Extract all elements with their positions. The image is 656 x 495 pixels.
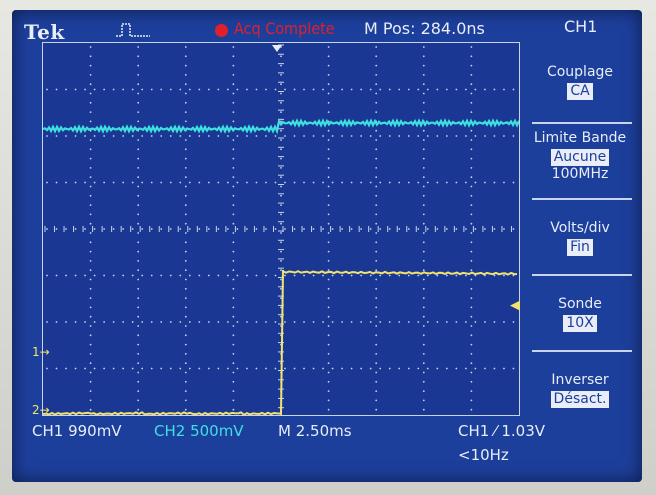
trigger-readout: CH1 ⁄ 1.03V xyxy=(458,422,545,440)
trigger-frequency: <10Hz xyxy=(458,446,509,464)
ch2-waveform xyxy=(43,118,519,135)
couplage-value: CA xyxy=(567,83,593,100)
horizontal-position: M Pos: 284.0ns xyxy=(364,19,485,38)
acq-status-icon xyxy=(215,24,228,37)
trigger-position-marker xyxy=(272,45,282,52)
menu-volts-div[interactable]: Volts/div Fin xyxy=(524,220,636,256)
active-channel-title: CH1 xyxy=(564,17,598,36)
menu-divider xyxy=(532,350,632,352)
ch1-ground-marker: 1→ xyxy=(32,345,50,359)
channel-side-menu: Couplage CA Limite Bande Aucune 100MHz V… xyxy=(524,42,636,416)
acq-status-text: Acq Complete xyxy=(234,19,335,38)
ch1-scale: CH1 990mV xyxy=(32,422,122,440)
trigger-type-icon xyxy=(116,23,150,37)
menu-inverser[interactable]: Inverser Désact. xyxy=(524,372,636,408)
menu-divider xyxy=(532,122,632,124)
sonde-label: Sonde xyxy=(558,296,602,312)
ch2-scale: CH2 500mV xyxy=(154,422,244,440)
top-status-bar: Tek Acq Complete M Pos: 284.0ns CH1 xyxy=(12,10,642,44)
trigger-level-marker: ◀ xyxy=(510,298,520,313)
waveform-graticule xyxy=(42,42,520,416)
bottom-status-bar: CH1 990mV CH2 500mV M 2.50ms CH1 ⁄ 1.03V… xyxy=(12,422,642,482)
brand-logo: Tek xyxy=(24,20,65,44)
limite-bande-secondary: 100MHz xyxy=(551,166,609,182)
menu-couplage[interactable]: Couplage CA xyxy=(524,64,636,100)
couplage-label: Couplage xyxy=(546,64,614,80)
limite-bande-label: Limite Bande xyxy=(533,130,627,146)
volts-div-value: Fin xyxy=(567,239,593,256)
ch2-ground-marker: 2→ xyxy=(32,403,50,417)
inverser-label: Inverser xyxy=(551,372,609,388)
menu-sonde[interactable]: Sonde 10X xyxy=(524,296,636,332)
timebase: M 2.50ms xyxy=(278,422,352,440)
menu-limite-bande[interactable]: Limite Bande Aucune 100MHz xyxy=(524,130,636,183)
volts-div-label: Volts/div xyxy=(550,220,610,236)
inverser-value: Désact. xyxy=(550,391,610,408)
sonde-value: 10X xyxy=(563,315,597,332)
scope-screen: Tek Acq Complete M Pos: 284.0ns CH1 1→ 2… xyxy=(12,10,642,482)
limite-bande-value: Aucune xyxy=(550,149,610,166)
menu-divider xyxy=(532,274,632,276)
menu-divider xyxy=(532,198,632,200)
ch1-waveform xyxy=(43,269,518,415)
waveforms xyxy=(43,45,519,415)
